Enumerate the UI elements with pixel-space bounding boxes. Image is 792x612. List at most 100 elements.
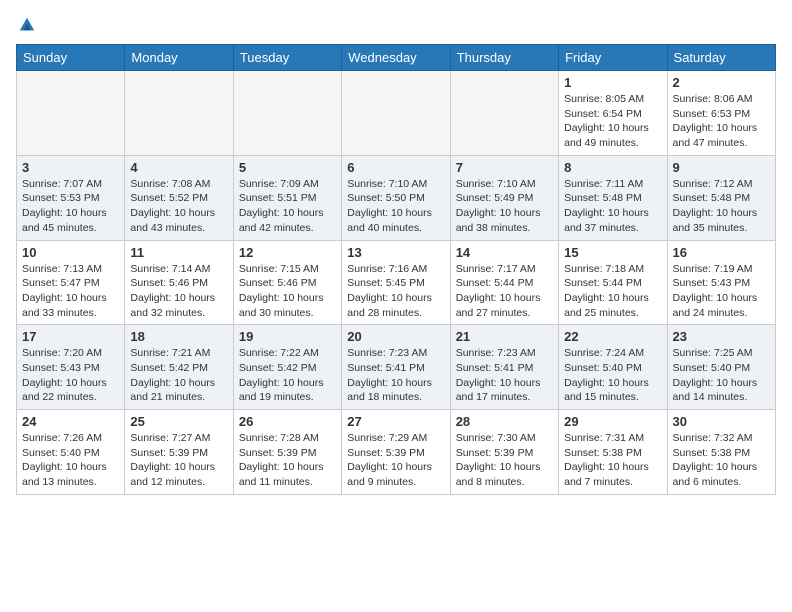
day-info: Sunrise: 7:10 AM Sunset: 5:49 PM Dayligh… <box>456 177 553 236</box>
calendar-day-cell: 19Sunrise: 7:22 AM Sunset: 5:42 PM Dayli… <box>233 325 341 410</box>
day-info: Sunrise: 7:32 AM Sunset: 5:38 PM Dayligh… <box>673 431 770 490</box>
day-number: 24 <box>22 414 119 429</box>
day-of-week-header: Sunday <box>17 45 125 71</box>
calendar-day-cell: 25 Sunrise: 7:27 AM Sunset: 5:39 PM Dayli… <box>125 410 233 495</box>
day-number: 13 <box>347 245 444 260</box>
page-header <box>16 16 776 34</box>
calendar-week-row: 10 Sunrise: 7:13 AM Sunset: 5:47 PM Dayli… <box>17 240 776 325</box>
calendar-day-cell <box>17 71 125 156</box>
day-number: 25 <box>130 414 227 429</box>
day-info: Sunrise: 7:21 AM Sunset: 5:42 PM Dayligh… <box>130 346 227 405</box>
day-number: 9 <box>673 160 770 175</box>
calendar-day-cell <box>450 71 558 156</box>
day-number: 28 <box>456 414 553 429</box>
day-number: 23 <box>673 329 770 344</box>
day-number: 15 <box>564 245 661 260</box>
calendar-day-cell: 14 Sunrise: 7:17 AM Sunset: 5:44 PM Dayli… <box>450 240 558 325</box>
day-info: Sunrise: 7:23 AM Sunset: 5:41 PM Dayligh… <box>456 346 553 405</box>
day-number: 5 <box>239 160 336 175</box>
day-info: Sunrise: 7:09 AM Sunset: 5:51 PM Dayligh… <box>239 177 336 236</box>
day-number: 10 <box>22 245 119 260</box>
calendar-day-cell: 24 Sunrise: 7:26 AM Sunset: 5:40 PM Dayli… <box>17 410 125 495</box>
day-number: 14 <box>456 245 553 260</box>
calendar-day-cell: 26 Sunrise: 7:28 AM Sunset: 5:39 PM Dayli… <box>233 410 341 495</box>
calendar-day-cell: 30 Sunrise: 7:32 AM Sunset: 5:38 PM Dayli… <box>667 410 775 495</box>
day-number: 27 <box>347 414 444 429</box>
day-number: 18 <box>130 329 227 344</box>
calendar-day-cell: 9 Sunrise: 7:12 AM Sunset: 5:48 PM Daylig… <box>667 155 775 240</box>
day-info: Sunrise: 7:28 AM Sunset: 5:39 PM Dayligh… <box>239 431 336 490</box>
day-info: Sunrise: 7:17 AM Sunset: 5:44 PM Dayligh… <box>456 262 553 321</box>
calendar-day-cell: 15 Sunrise: 7:18 AM Sunset: 5:44 PM Dayli… <box>559 240 667 325</box>
day-of-week-header: Friday <box>559 45 667 71</box>
day-number: 2 <box>673 75 770 90</box>
day-number: 21 <box>456 329 553 344</box>
day-info: Sunrise: 7:25 AM Sunset: 5:40 PM Dayligh… <box>673 346 770 405</box>
day-number: 29 <box>564 414 661 429</box>
day-info: Sunrise: 7:27 AM Sunset: 5:39 PM Dayligh… <box>130 431 227 490</box>
day-info: Sunrise: 7:20 AM Sunset: 5:43 PM Dayligh… <box>22 346 119 405</box>
calendar-day-cell: 16 Sunrise: 7:19 AM Sunset: 5:43 PM Dayli… <box>667 240 775 325</box>
day-info: Sunrise: 7:22 AM Sunset: 5:42 PM Dayligh… <box>239 346 336 405</box>
day-info: Sunrise: 7:10 AM Sunset: 5:50 PM Dayligh… <box>347 177 444 236</box>
day-info: Sunrise: 8:05 AM Sunset: 6:54 PM Dayligh… <box>564 92 661 151</box>
day-of-week-header: Thursday <box>450 45 558 71</box>
calendar-header-row: SundayMondayTuesdayWednesdayThursdayFrid… <box>17 45 776 71</box>
day-of-week-header: Saturday <box>667 45 775 71</box>
calendar-day-cell: 20 Sunrise: 7:23 AM Sunset: 5:41 PM Dayli… <box>342 325 450 410</box>
day-number: 16 <box>673 245 770 260</box>
day-info: Sunrise: 8:06 AM Sunset: 6:53 PM Dayligh… <box>673 92 770 151</box>
calendar-day-cell: 6 Sunrise: 7:10 AM Sunset: 5:50 PM Daylig… <box>342 155 450 240</box>
calendar-week-row: 3Sunrise: 7:07 AM Sunset: 5:53 PM Daylig… <box>17 155 776 240</box>
calendar-day-cell: 12 Sunrise: 7:15 AM Sunset: 5:46 PM Dayli… <box>233 240 341 325</box>
day-info: Sunrise: 7:26 AM Sunset: 5:40 PM Dayligh… <box>22 431 119 490</box>
page-container: SundayMondayTuesdayWednesdayThursdayFrid… <box>0 0 792 503</box>
calendar-day-cell <box>125 71 233 156</box>
day-info: Sunrise: 7:19 AM Sunset: 5:43 PM Dayligh… <box>673 262 770 321</box>
calendar-table: SundayMondayTuesdayWednesdayThursdayFrid… <box>16 44 776 495</box>
day-number: 30 <box>673 414 770 429</box>
calendar-day-cell: 23 Sunrise: 7:25 AM Sunset: 5:40 PM Dayli… <box>667 325 775 410</box>
calendar-day-cell: 2 Sunrise: 8:06 AM Sunset: 6:53 PM Daylig… <box>667 71 775 156</box>
calendar-day-cell: 17 Sunrise: 7:20 AM Sunset: 5:43 PM Dayli… <box>17 325 125 410</box>
day-of-week-header: Wednesday <box>342 45 450 71</box>
logo-icon <box>18 16 36 34</box>
day-number: 4 <box>130 160 227 175</box>
day-info: Sunrise: 7:14 AM Sunset: 5:46 PM Dayligh… <box>130 262 227 321</box>
calendar-day-cell: 29Sunrise: 7:31 AM Sunset: 5:38 PM Dayli… <box>559 410 667 495</box>
calendar-day-cell <box>233 71 341 156</box>
calendar-day-cell <box>342 71 450 156</box>
day-info: Sunrise: 7:23 AM Sunset: 5:41 PM Dayligh… <box>347 346 444 405</box>
day-info: Sunrise: 7:18 AM Sunset: 5:44 PM Dayligh… <box>564 262 661 321</box>
calendar-week-row: 24 Sunrise: 7:26 AM Sunset: 5:40 PM Dayli… <box>17 410 776 495</box>
day-number: 1 <box>564 75 661 90</box>
day-of-week-header: Tuesday <box>233 45 341 71</box>
calendar-week-row: 17 Sunrise: 7:20 AM Sunset: 5:43 PM Dayli… <box>17 325 776 410</box>
day-number: 8 <box>564 160 661 175</box>
day-number: 26 <box>239 414 336 429</box>
calendar-day-cell: 10 Sunrise: 7:13 AM Sunset: 5:47 PM Dayli… <box>17 240 125 325</box>
calendar-day-cell: 4 Sunrise: 7:08 AM Sunset: 5:52 PM Daylig… <box>125 155 233 240</box>
day-info: Sunrise: 7:13 AM Sunset: 5:47 PM Dayligh… <box>22 262 119 321</box>
calendar-day-cell: 13 Sunrise: 7:16 AM Sunset: 5:45 PM Dayli… <box>342 240 450 325</box>
day-info: Sunrise: 7:07 AM Sunset: 5:53 PM Dayligh… <box>22 177 119 236</box>
calendar-day-cell: 27 Sunrise: 7:29 AM Sunset: 5:39 PM Dayli… <box>342 410 450 495</box>
calendar-week-row: 1 Sunrise: 8:05 AM Sunset: 6:54 PM Daylig… <box>17 71 776 156</box>
calendar-day-cell: 1 Sunrise: 8:05 AM Sunset: 6:54 PM Daylig… <box>559 71 667 156</box>
day-number: 22 <box>564 329 661 344</box>
day-number: 7 <box>456 160 553 175</box>
day-info: Sunrise: 7:16 AM Sunset: 5:45 PM Dayligh… <box>347 262 444 321</box>
calendar-day-cell: 8Sunrise: 7:11 AM Sunset: 5:48 PM Daylig… <box>559 155 667 240</box>
day-info: Sunrise: 7:08 AM Sunset: 5:52 PM Dayligh… <box>130 177 227 236</box>
calendar-day-cell: 3Sunrise: 7:07 AM Sunset: 5:53 PM Daylig… <box>17 155 125 240</box>
day-number: 6 <box>347 160 444 175</box>
day-info: Sunrise: 7:29 AM Sunset: 5:39 PM Dayligh… <box>347 431 444 490</box>
calendar-day-cell: 22Sunrise: 7:24 AM Sunset: 5:40 PM Dayli… <box>559 325 667 410</box>
day-number: 17 <box>22 329 119 344</box>
calendar-day-cell: 18 Sunrise: 7:21 AM Sunset: 5:42 PM Dayli… <box>125 325 233 410</box>
day-info: Sunrise: 7:12 AM Sunset: 5:48 PM Dayligh… <box>673 177 770 236</box>
day-number: 12 <box>239 245 336 260</box>
day-number: 20 <box>347 329 444 344</box>
day-info: Sunrise: 7:15 AM Sunset: 5:46 PM Dayligh… <box>239 262 336 321</box>
calendar-day-cell: 21 Sunrise: 7:23 AM Sunset: 5:41 PM Dayli… <box>450 325 558 410</box>
